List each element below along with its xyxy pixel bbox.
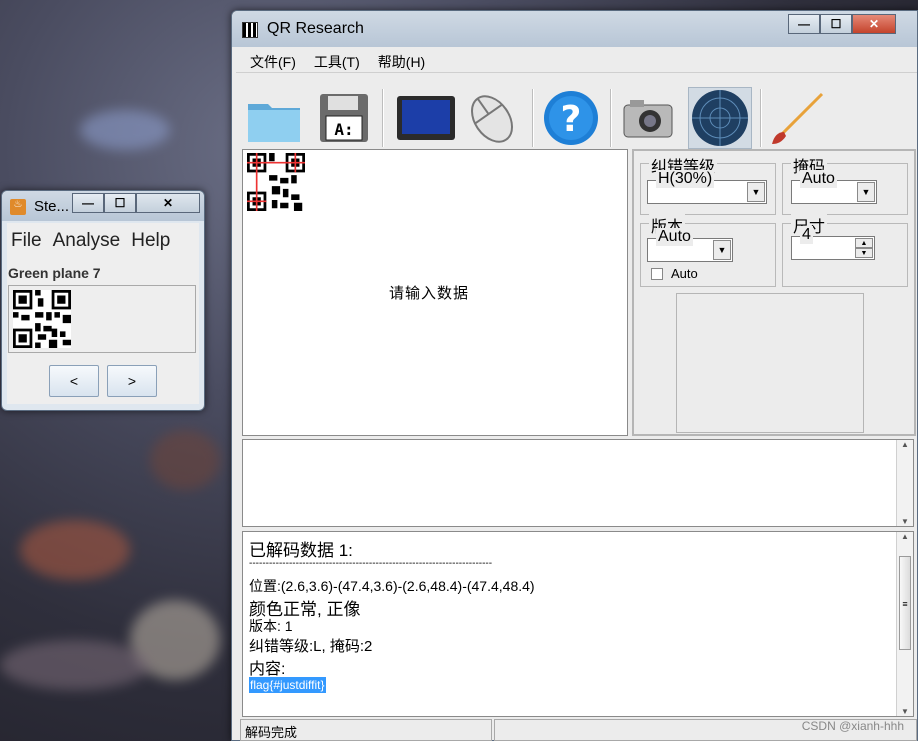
menu-tools[interactable]: 工具(T) <box>314 52 360 72</box>
qr-preview-icon <box>247 153 305 211</box>
decode-divider: ----------------------------------------… <box>249 558 493 569</box>
maximize-button[interactable]: ☐ <box>820 14 852 34</box>
stegsolve-body: File Analyse Help Green plane 7 < > <box>7 223 199 404</box>
qr-code-image <box>13 290 71 348</box>
settings-panel: 纠错等级 H(30%)▼ 掩码 Auto▼ 版本 Auto▼ Auto 尺寸 4… <box>632 149 916 436</box>
qr-titlebar[interactable]: QR Research — ☐ ✕ <box>232 11 917 47</box>
prev-button[interactable]: < <box>49 365 99 397</box>
auto-checkbox[interactable] <box>651 268 663 280</box>
close-button[interactable]: ✕ <box>136 193 200 213</box>
mask-group: 掩码 Auto ▼ <box>782 153 908 215</box>
size-group: 尺寸 4 ▲ ▼ <box>782 213 908 287</box>
version-select[interactable]: Auto ▼ <box>647 228 733 262</box>
svg-text:A:: A: <box>334 120 353 139</box>
auto-checkbox-label: Auto <box>671 266 698 281</box>
open-file-button[interactable] <box>242 87 306 149</box>
radar-icon <box>692 90 748 146</box>
floppy-disk-icon: A: <box>320 94 368 142</box>
ec-level-group: 纠错等级 H(30%) ▼ <box>640 153 776 215</box>
plane-label: Green plane 7 <box>8 265 101 281</box>
qr-menubar: 文件(F) 工具(T) 帮助(H) <box>236 49 917 73</box>
mask-select[interactable]: Auto ▼ <box>791 170 877 204</box>
minimize-button[interactable]: — <box>788 14 820 34</box>
menu-file[interactable]: File <box>11 230 42 253</box>
size-spinner[interactable]: 4 ▲ ▼ <box>791 226 875 260</box>
menu-file[interactable]: 文件(F) <box>250 52 296 72</box>
save-button[interactable]: A: <box>312 87 376 149</box>
folder-icon <box>248 104 300 142</box>
next-button[interactable]: > <box>107 365 157 397</box>
encode-text-area[interactable]: ▲ ▼ <box>242 439 914 527</box>
help-button[interactable]: ? <box>539 87 603 149</box>
status-text: 解码完成 <box>240 719 492 741</box>
menu-help[interactable]: Help <box>131 230 170 253</box>
menu-analyse[interactable]: Analyse <box>53 230 121 253</box>
decode-version: 版本: 1 <box>249 618 293 634</box>
java-icon: ♨ <box>10 199 26 215</box>
help-icon: ? <box>544 91 598 145</box>
stegsolve-window: ♨ Ste... — ☐ ✕ File Analyse Help Green p… <box>1 190 205 411</box>
plane-image-panel <box>8 285 196 353</box>
display-button[interactable] <box>394 87 458 149</box>
qr-app-icon <box>242 22 258 38</box>
qr-title: QR Research <box>267 20 364 37</box>
decode-position: 位置:(2.6,3.6)-(47.4,3.6)-(2.6,48.4)-(47.4… <box>249 578 535 594</box>
decode-output-area[interactable]: 已解码数据 1: -------------------------------… <box>242 531 914 717</box>
svg-text:?: ? <box>561 99 582 140</box>
decode-content-value[interactable]: flag{#justdiffit} <box>249 677 326 693</box>
scan-button[interactable] <box>688 87 752 149</box>
capture-button[interactable] <box>616 87 680 149</box>
maximize-button[interactable]: ☐ <box>104 193 136 213</box>
stegsolve-titlebar[interactable]: ♨ Ste... — ☐ ✕ <box>2 191 204 221</box>
camera-icon <box>623 100 673 138</box>
input-placeholder: 请输入数据 <box>389 285 470 302</box>
mouse-button[interactable] <box>460 87 524 149</box>
version-group: 版本 Auto▼ Auto <box>640 213 776 287</box>
decode-content-label: 内容: <box>249 661 286 678</box>
decode-ec-mask: 纠错等级:L, 掩码:2 <box>249 638 373 655</box>
input-panel[interactable]: 请输入数据 <box>242 149 628 436</box>
minimize-button[interactable]: — <box>72 193 104 213</box>
stegsolve-menubar: File Analyse Help <box>7 223 199 253</box>
preview-area <box>676 293 864 433</box>
paintbrush-icon <box>772 92 824 144</box>
vertical-scrollbar[interactable]: ▲ ▼ <box>896 440 913 526</box>
menu-help[interactable]: 帮助(H) <box>378 52 425 72</box>
scrollbar-thumb[interactable]: ≡ <box>899 556 911 650</box>
mouse-icon <box>471 95 513 143</box>
close-button[interactable]: ✕ <box>852 14 896 34</box>
monitor-icon <box>397 96 455 140</box>
stegsolve-title: Ste... <box>34 198 70 215</box>
qr-research-window: QR Research — ☐ ✕ 文件(F) 工具(T) 帮助(H) A: ? <box>231 10 918 741</box>
vertical-scrollbar[interactable]: ▲ ≡ ▼ <box>896 532 913 716</box>
ec-level-select[interactable]: H(30%) ▼ <box>647 170 767 204</box>
paint-button[interactable] <box>764 87 828 149</box>
watermark: CSDN @xianh-hhh <box>801 719 904 733</box>
